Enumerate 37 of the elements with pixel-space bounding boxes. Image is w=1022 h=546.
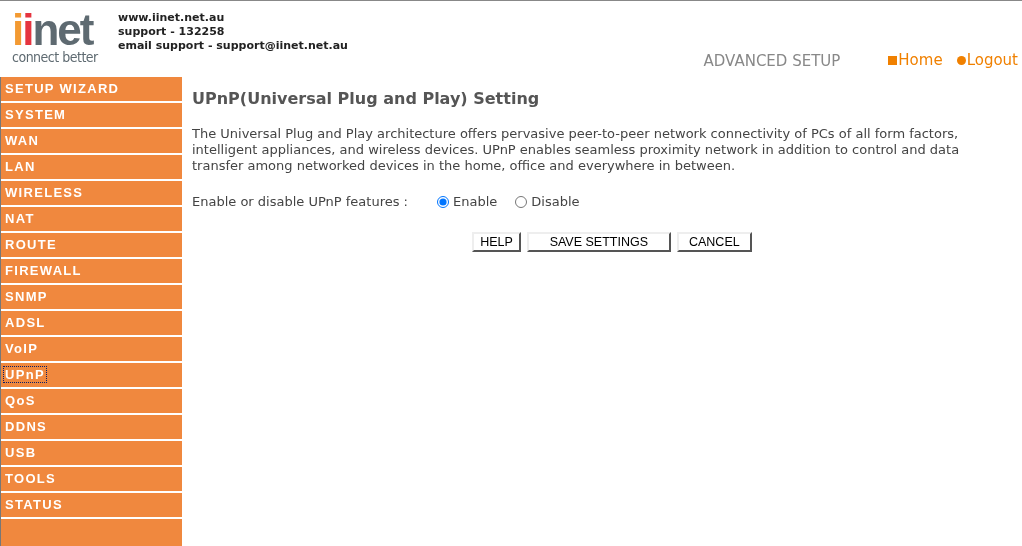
sidebar-item[interactable]: VoIP (1, 337, 182, 363)
action-button[interactable]: CANCEL (676, 232, 752, 252)
sidebar-item[interactable]: NAT (1, 207, 182, 233)
sidebar-item[interactable]: STATUS (1, 493, 182, 519)
nav-link[interactable]: Logout (956, 51, 1018, 69)
circle-bullet-icon (956, 55, 966, 65)
description-text: The Universal Plug and Play architecture offers pervasive peer-to-peer network connectivity of PCs of all form factors, intelligent appliances, and wireless devices. UPnP enables seamless proximity network in addition to control and data transfer among networked devices in the home, office and everywhere in between. (192, 126, 961, 174)
logo-wordmark: iinet (12, 11, 93, 49)
sidebar-item[interactable]: DDNS (1, 415, 182, 441)
action-button[interactable]: HELP (472, 232, 521, 252)
contact-info: email support - support@iinet.net.au (118, 39, 348, 53)
contact-info: www.iinet.net.au (118, 11, 226, 25)
sidebar-item[interactable]: SNMP (1, 285, 182, 311)
sidebar-item[interactable]: USB (1, 441, 182, 467)
sidebar-item[interactable]: WIRELESS (1, 181, 182, 207)
radio-button[interactable] (515, 196, 528, 208)
sidebar-item[interactable]: ROUTE (1, 233, 182, 259)
logo-tagline: connect better (12, 50, 100, 64)
sidebar-item[interactable]: ADSL (1, 311, 182, 337)
action-button[interactable]: SAVE SETTINGS (526, 232, 671, 252)
sidebar-item[interactable]: UPnP (1, 363, 182, 389)
radio-label: Disable (531, 194, 580, 210)
sidebar-item[interactable]: LAN (1, 155, 182, 181)
radio-label: Enable (453, 194, 498, 210)
setting-label: Enable or disable UPnP features : (192, 194, 409, 210)
sidebar-item[interactable]: TOOLS (1, 467, 182, 493)
sidebar-item[interactable]: FIREWALL (1, 259, 182, 285)
page-title: UPnP(Universal Plug and Play) Setting (192, 89, 541, 108)
radio-button[interactable] (437, 196, 449, 208)
sidebar-item[interactable]: WAN (1, 129, 182, 155)
square-bullet-icon (888, 55, 898, 65)
section-title: ADVANCED SETUP (703, 52, 841, 70)
nav-link[interactable]: Home (888, 51, 943, 69)
sidebar-item[interactable]: SYSTEM (1, 103, 182, 129)
sidebar-item[interactable]: QoS (1, 389, 182, 415)
contact-info: support - 132258 (118, 25, 226, 39)
sidebar-item[interactable]: SETUP WIZARD (1, 77, 182, 103)
